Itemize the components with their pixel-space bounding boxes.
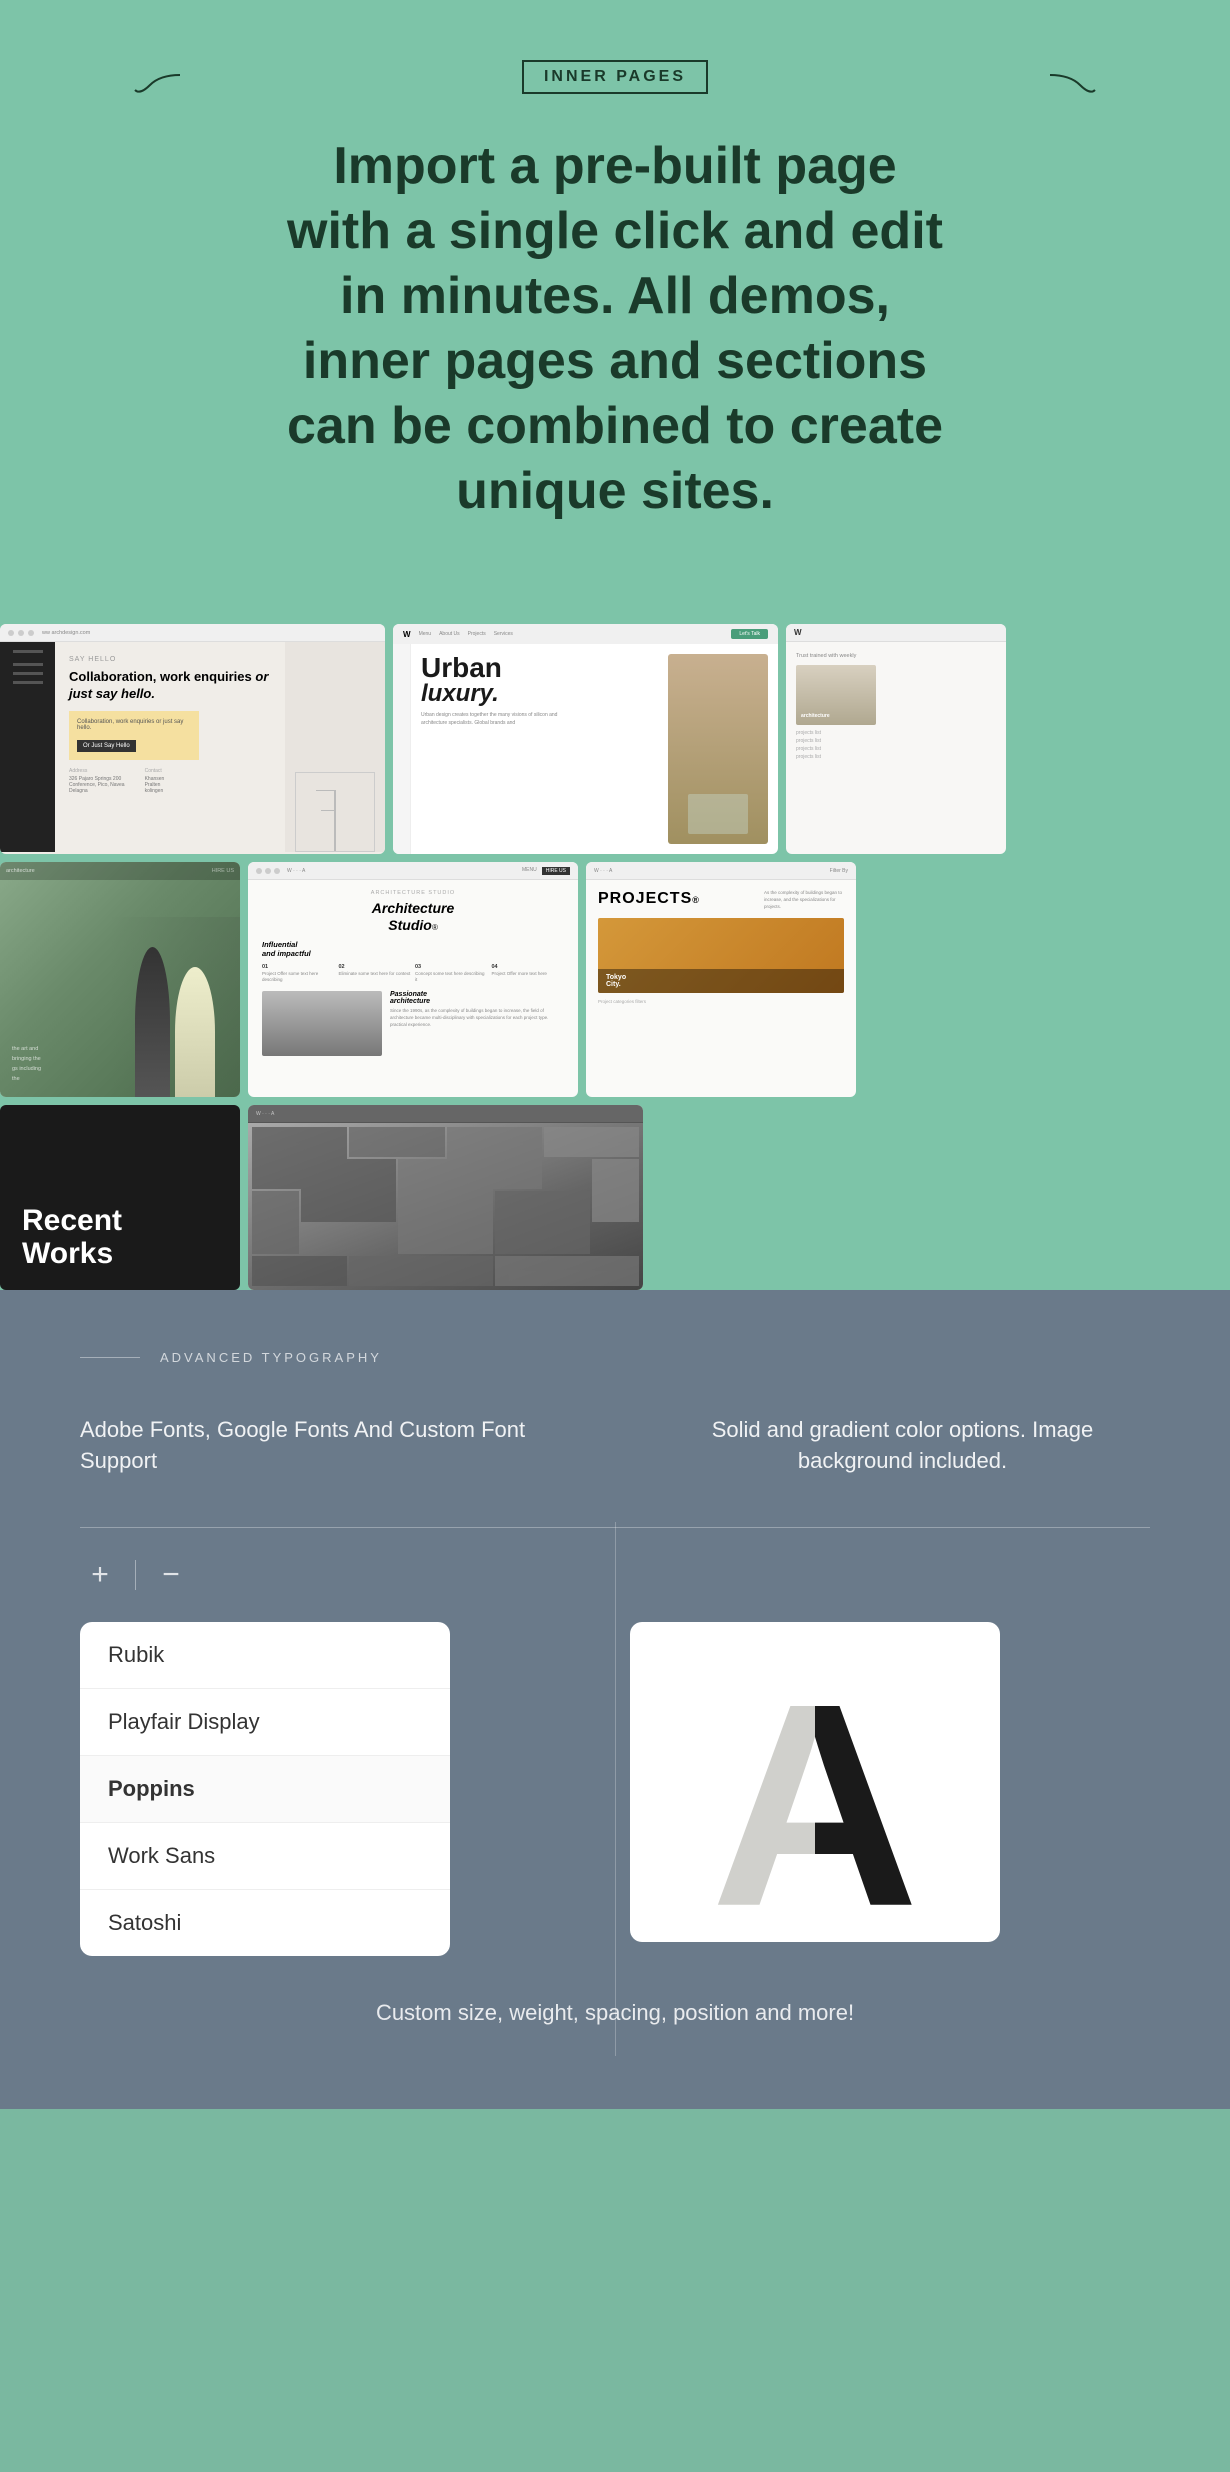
browser-dot-1 xyxy=(8,630,14,636)
screenshots-row-1: ww archdesign.com SAY HELLO Collaboratio… xyxy=(0,624,1230,854)
urban-luxury-screenshot: W Menu About Us Projects Services Let's … xyxy=(393,624,778,854)
font-preview-box: A A xyxy=(630,1622,1000,1942)
contact-screenshot: ww archdesign.com SAY HELLO Collaboratio… xyxy=(0,624,385,854)
top-section: INNER PAGES Import a pre-built page with… xyxy=(0,0,1230,624)
vertical-divider xyxy=(615,1522,616,2056)
font-item-satoshi[interactable]: Satoshi xyxy=(80,1890,450,1956)
screenshots-row-3: Recent Works W · · · A xyxy=(0,1105,1230,1290)
browser-dot-3 xyxy=(28,630,34,636)
intro-left-text: Adobe Fonts, Google Fonts And Custom Fon… xyxy=(80,1415,575,1477)
typography-section: ADVANCED TYPOGRAPHY Adobe Fonts, Google … xyxy=(0,1290,1230,2109)
screenshots-section: ww archdesign.com SAY HELLO Collaboratio… xyxy=(0,624,1230,1290)
font-item-poppins[interactable]: Poppins xyxy=(80,1756,450,1823)
font-size-decrease-button[interactable]: − xyxy=(151,1558,191,1592)
intro-right-text: Solid and gradient color options. Image … xyxy=(655,1415,1150,1477)
partial-screenshot-3: W Trust trained with weekly architecture… xyxy=(786,624,1006,854)
architecture-studio-screenshot: W · · · A MENU HIRE US ARCHITECTURE STUD… xyxy=(248,862,578,1097)
font-item-playfair[interactable]: Playfair Display xyxy=(80,1689,450,1756)
font-size-increase-button[interactable]: + xyxy=(80,1558,120,1592)
font-list: Rubik Playfair Display Poppins Work Sans… xyxy=(80,1622,450,1956)
section-label: ADVANCED TYPOGRAPHY xyxy=(80,1350,1150,1365)
inner-pages-badge: INNER PAGES xyxy=(522,60,708,94)
font-selector-wrapper: Rubik Playfair Display Poppins Work Sans… xyxy=(80,1622,1150,1956)
font-item-worksans[interactable]: Work Sans xyxy=(80,1823,450,1890)
controls-separator xyxy=(135,1560,136,1590)
font-list-panel: Rubik Playfair Display Poppins Work Sans… xyxy=(80,1622,600,1956)
hero-heading: Import a pre-built page with a single cl… xyxy=(275,134,955,524)
projects-screenshot: W · · · A Filter By PROJECTS® As the com… xyxy=(586,862,856,1097)
curl-right-decoration xyxy=(1040,70,1100,100)
recent-works-title: Recent Works xyxy=(22,1204,218,1270)
person-screenshot: the art and bringing the gs including th… xyxy=(0,862,240,1097)
nav-url: ww archdesign.com xyxy=(42,630,90,636)
curl-left-decoration xyxy=(130,70,190,100)
typography-intro: Adobe Fonts, Google Fonts And Custom Fon… xyxy=(80,1415,1150,1477)
preview-letter-svg: A A xyxy=(685,1637,945,1927)
recent-works-screenshot: Recent Works xyxy=(0,1105,240,1290)
screenshots-row-2: the art and bringing the gs including th… xyxy=(0,862,1230,1097)
browser-dot-2 xyxy=(18,630,24,636)
dark-city-screenshot: W · · · A xyxy=(248,1105,643,1290)
font-preview-panel: A A xyxy=(630,1622,1150,1956)
font-item-rubik[interactable]: Rubik xyxy=(80,1622,450,1689)
